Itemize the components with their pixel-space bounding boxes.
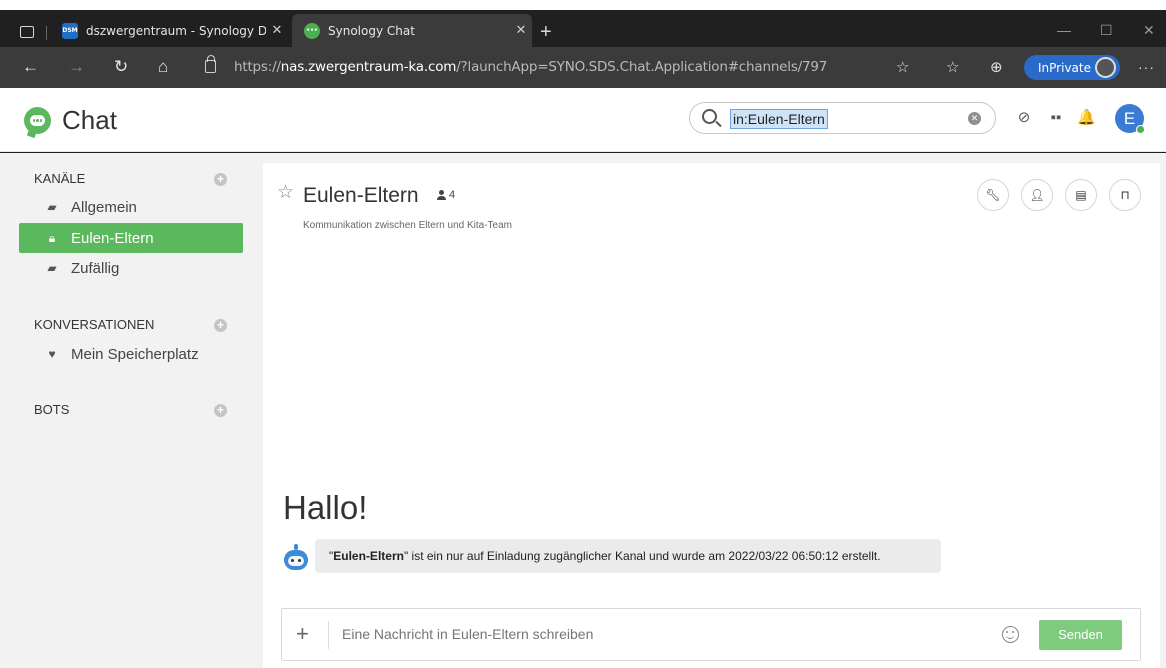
add-channel-button[interactable]: + [214, 173, 227, 186]
add-bot-button[interactable]: + [214, 404, 227, 417]
forward-icon[interactable]: → [68, 57, 85, 77]
new-tab-button[interactable]: + [540, 22, 552, 42]
online-status-dot [1136, 125, 1145, 134]
avatar-letter: E [1123, 109, 1136, 128]
sidebar-item-label: Zufällig [71, 259, 120, 277]
profile-avatar [1095, 57, 1116, 78]
search-value[interactable]: in:Eulen-Eltern [730, 109, 828, 129]
tab-label: Synology Chat [328, 23, 415, 38]
close-icon[interactable]: ✕ [266, 23, 288, 38]
composer-divider [328, 621, 329, 649]
sidebar: KANÄLE + ▰ Allgemein 🔒︎ Eulen-Eltern ▰ Z… [0, 153, 260, 668]
pinned-button[interactable]: ▤ [1065, 179, 1097, 211]
tab-label: dszwergentraum - Synology Disk [86, 23, 266, 38]
logo-text: Chat [62, 105, 117, 135]
dsm-icon: DSM [62, 22, 78, 39]
back-icon[interactable]: ← [22, 57, 39, 77]
bot-avatar-icon [282, 544, 310, 574]
tab-synology-chat[interactable]: ••• Synology Chat ✕ [292, 14, 532, 47]
window-top-edge [0, 0, 1166, 10]
system-message-text: " ist ein nur auf Einladung zugänglicher… [403, 549, 881, 563]
inprivate-button[interactable]: InPrivate [1024, 55, 1120, 80]
favorite-add-icon[interactable]: ☆ [896, 58, 909, 76]
tab-actions-icon[interactable] [20, 26, 34, 38]
reload-icon[interactable]: ↻ [114, 57, 128, 77]
home-icon[interactable]: ⌂ [158, 57, 168, 77]
chat-bubble-icon: ▰ [47, 200, 57, 214]
chat-logo: Chat [24, 105, 117, 136]
check-circle-icon[interactable]: ⊘ [1015, 109, 1033, 127]
url-host: nas.zwergentraum-ka.com [280, 59, 457, 75]
sidebar-item-eulen-eltern[interactable]: 🔒︎ Eulen-Eltern [19, 223, 243, 253]
star-icon[interactable]: ☆ [277, 181, 294, 204]
system-message-channel: Eulen-Eltern [333, 549, 404, 563]
app-header: Chat in:Eulen-Eltern ✕ ⊘ ▪▪ 🔔 E [0, 88, 1166, 152]
bell-icon[interactable]: 🔔 [1077, 109, 1096, 127]
avatar[interactable]: E [1115, 104, 1145, 134]
lock-icon[interactable] [205, 55, 216, 73]
address-bar: ← → ↻ ⌂ https://nas.zwergentraum-ka.com/… [0, 47, 1166, 88]
inprivate-label: InPrivate [1038, 60, 1091, 75]
message-input[interactable] [342, 626, 982, 642]
favorites-icon[interactable]: ☆ [946, 58, 959, 76]
bots-section-title: BOTS [34, 402, 70, 417]
close-icon[interactable]: ✕ [510, 23, 532, 38]
add-conversation-button[interactable]: + [214, 319, 227, 332]
tab-dsm[interactable]: DSM dszwergentraum - Synology Disk ✕ [52, 14, 288, 47]
browser-tab-bar: DSM dszwergentraum - Synology Disk ✕ •••… [0, 10, 1166, 47]
system-message: "Eulen-Eltern" ist ein nur auf Einladung… [315, 539, 941, 573]
message-composer: + Senden [281, 608, 1141, 661]
chat-logo-icon [24, 107, 51, 134]
send-button[interactable]: Senden [1039, 620, 1122, 650]
channels-section-title: KANÄLE [34, 171, 86, 186]
inbox-button[interactable]: ⊓ [1109, 179, 1141, 211]
minimize-icon[interactable]: — [1057, 22, 1071, 38]
channel-description: Kommunikation zwischen Eltern und Kita-T… [303, 220, 512, 231]
maximize-icon[interactable]: ☐ [1100, 22, 1113, 39]
chat-bubble-icon: ▰ [47, 261, 57, 275]
search-input[interactable]: in:Eulen-Eltern ✕ [689, 102, 996, 134]
collections-icon[interactable]: ⊕ [990, 58, 1003, 76]
welcome-heading: Hallo! [283, 489, 368, 526]
member-count[interactable]: 4 [437, 189, 455, 201]
emoji-icon[interactable] [1002, 626, 1019, 643]
sidebar-item-allgemein[interactable]: ▰ Allgemein [19, 192, 243, 222]
url-field[interactable]: https://nas.zwergentraum-ka.com/?launchA… [234, 59, 827, 75]
sidebar-item-zufaellig[interactable]: ▰ Zufällig [19, 253, 243, 283]
person-icon [437, 189, 446, 200]
sidebar-item-label: Allgemein [71, 198, 137, 216]
clear-search-icon[interactable]: ✕ [968, 112, 981, 125]
settings-wrench-button[interactable]: 🔧︎ [977, 179, 1009, 211]
chat-icon: ••• [304, 22, 320, 39]
conversations-section-title: KONVERSATIONEN [34, 317, 155, 332]
apps-grid-icon[interactable]: ▪▪ [1047, 109, 1065, 127]
attach-plus-button[interactable]: + [296, 622, 309, 646]
tab-separator [46, 26, 47, 40]
sidebar-item-label: Mein Speicherplatz [71, 345, 199, 363]
url-path: /?launchApp=SYNO.SDS.Chat.Application#ch… [456, 59, 828, 75]
members-button[interactable]: 👤︎ [1021, 179, 1053, 211]
more-menu-icon[interactable]: ··· [1138, 59, 1155, 75]
close-window-icon[interactable]: ✕ [1143, 22, 1155, 39]
search-icon [702, 109, 717, 124]
sidebar-item-mein-speicherplatz[interactable]: ♥ Mein Speicherplatz [19, 339, 243, 369]
sidebar-item-label: Eulen-Eltern [71, 229, 154, 247]
heart-icon: ♥ [48, 347, 56, 361]
lock-icon: 🔒︎ [48, 230, 56, 245]
channel-panel: ☆ Eulen-Eltern 4 Kommunikation zwischen … [263, 163, 1160, 668]
url-prefix: https:// [234, 59, 281, 75]
member-count-value: 4 [449, 189, 456, 201]
channel-title: Eulen-Eltern [303, 184, 419, 207]
